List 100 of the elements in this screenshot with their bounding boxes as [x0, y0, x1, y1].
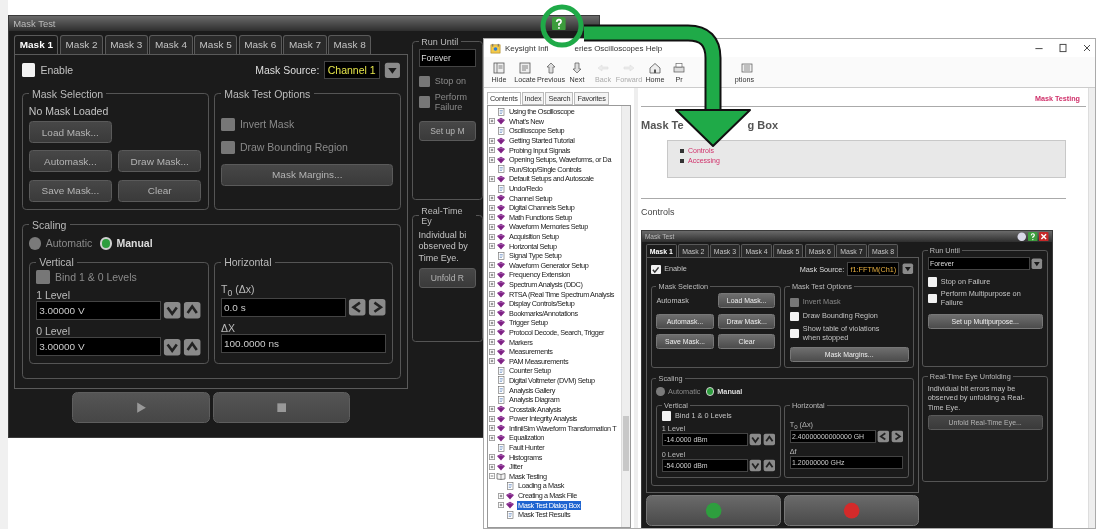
expand-icon[interactable] — [498, 502, 504, 509]
book-icon — [496, 357, 506, 366]
bullet-icon — [680, 148, 684, 153]
up-arrow-icon[interactable] — [762, 459, 776, 472]
expand-icon[interactable] — [489, 425, 495, 432]
expand-icon[interactable] — [489, 195, 495, 202]
book-icon — [496, 414, 506, 423]
book-icon — [496, 213, 506, 222]
checkbox[interactable] — [789, 311, 800, 321]
checkbox-label: Bind 1 & 0 Levels — [55, 270, 137, 283]
mask-tab[interactable]: Mask 1 — [14, 34, 59, 54]
footer-button[interactable] — [645, 495, 782, 527]
book-icon — [496, 270, 506, 279]
expand-icon[interactable] — [489, 339, 495, 346]
dropdown-icon[interactable] — [902, 263, 914, 276]
radio-label: Automatic — [45, 237, 93, 250]
close-icon[interactable] — [1039, 231, 1049, 242]
book-icon — [505, 491, 515, 500]
book-icon — [496, 338, 506, 347]
help-icon[interactable] — [551, 16, 566, 31]
expand-icon[interactable] — [489, 358, 495, 365]
expand-icon[interactable] — [489, 463, 495, 470]
checkbox[interactable] — [927, 277, 938, 287]
expand-icon[interactable] — [489, 262, 495, 269]
help-icon[interactable] — [1028, 231, 1038, 242]
checkbox[interactable] — [789, 329, 800, 339]
mask-tab[interactable]: Mask 5 — [194, 34, 238, 54]
checkbox[interactable] — [21, 63, 36, 78]
group-title: Mask Test Options — [223, 87, 312, 100]
expand-icon[interactable] — [489, 223, 495, 230]
expand-icon[interactable] — [489, 137, 495, 144]
list-icon — [518, 62, 532, 74]
expand-icon[interactable] — [489, 415, 495, 422]
field-label: T$_{0}$ (Δx) — [221, 282, 256, 298]
expand-icon[interactable] — [489, 118, 495, 125]
checkbox[interactable] — [927, 293, 938, 304]
expand-icon[interactable] — [489, 147, 495, 154]
expand-icon[interactable] — [489, 243, 495, 250]
checkbox-label: Stop on — [434, 76, 466, 87]
home-icon — [648, 62, 662, 74]
dropdown-icon[interactable] — [383, 61, 401, 79]
expand-icon[interactable] — [489, 300, 495, 307]
expand-icon[interactable] — [489, 204, 495, 211]
span-field[interactable]: 100.0000 ns — [221, 334, 387, 353]
down-arrow-icon[interactable] — [748, 433, 762, 447]
expand-icon[interactable] — [489, 406, 495, 413]
scrollbar[interactable] — [621, 106, 630, 527]
page-icon — [496, 251, 506, 260]
pane-icon — [492, 62, 506, 74]
expand-icon[interactable] — [489, 319, 495, 326]
collapse-icon[interactable] — [489, 473, 495, 480]
section-heading: Controls — [641, 206, 676, 217]
window-title: Keysight Infi — [505, 43, 549, 53]
level-field[interactable]: 3.00000 V — [36, 301, 162, 320]
book-icon — [496, 309, 506, 318]
open-book-icon — [496, 472, 506, 481]
scrollbar[interactable] — [1088, 88, 1095, 528]
book-icon — [496, 136, 506, 145]
radio-button[interactable] — [705, 387, 715, 397]
checkbox[interactable] — [651, 264, 661, 275]
expand-icon[interactable] — [489, 291, 495, 298]
mask-tab[interactable]: Mask 6 — [238, 34, 282, 54]
book-icon — [496, 462, 506, 471]
expand-icon[interactable] — [489, 156, 495, 163]
expand-icon[interactable] — [489, 214, 495, 221]
book-icon — [496, 222, 506, 231]
close-icon[interactable] — [1081, 42, 1093, 54]
expand-icon[interactable] — [489, 329, 495, 336]
footer-button[interactable] — [783, 495, 920, 527]
expand-icon[interactable] — [489, 175, 495, 182]
expand-icon[interactable] — [489, 348, 495, 355]
down-arrow-icon[interactable] — [748, 459, 762, 472]
expand-icon[interactable] — [498, 492, 504, 499]
dropdown-icon[interactable] — [1031, 257, 1043, 270]
expand-icon[interactable] — [489, 271, 495, 278]
book-icon — [496, 261, 506, 270]
group-title: Vertical — [38, 256, 75, 269]
level-field[interactable]: 3.00000 V — [36, 337, 162, 357]
help-app-icon — [490, 42, 501, 54]
expand-icon[interactable] — [489, 281, 495, 288]
mask-tab[interactable]: Mask 3 — [104, 34, 148, 54]
book-icon — [496, 347, 506, 356]
expand-icon[interactable] — [489, 310, 495, 317]
offset-field[interactable]: 0.0 s — [221, 297, 347, 317]
source-dropdown[interactable]: Channel 1 — [323, 61, 380, 80]
mask-tab[interactable]: Mask 7 — [283, 34, 327, 54]
expand-icon[interactable] — [489, 454, 495, 461]
radio-button[interactable] — [99, 237, 113, 250]
book-icon — [496, 299, 506, 308]
mask-tab[interactable]: Mask 4 — [149, 34, 193, 54]
checkbox[interactable] — [661, 411, 672, 421]
mask-tab[interactable]: Mask 2 — [60, 34, 104, 54]
mask-tab[interactable]: Mask 8 — [328, 34, 372, 54]
maximize-icon[interactable] — [1057, 42, 1069, 54]
expand-icon[interactable] — [489, 233, 495, 240]
run-until-dropdown[interactable]: Forever — [418, 49, 477, 67]
expand-icon[interactable] — [489, 435, 495, 441]
window-title: eries Oscilloscopes Help — [574, 43, 663, 53]
down-arrow-icon — [570, 62, 584, 74]
settings-icon[interactable] — [1016, 231, 1027, 242]
